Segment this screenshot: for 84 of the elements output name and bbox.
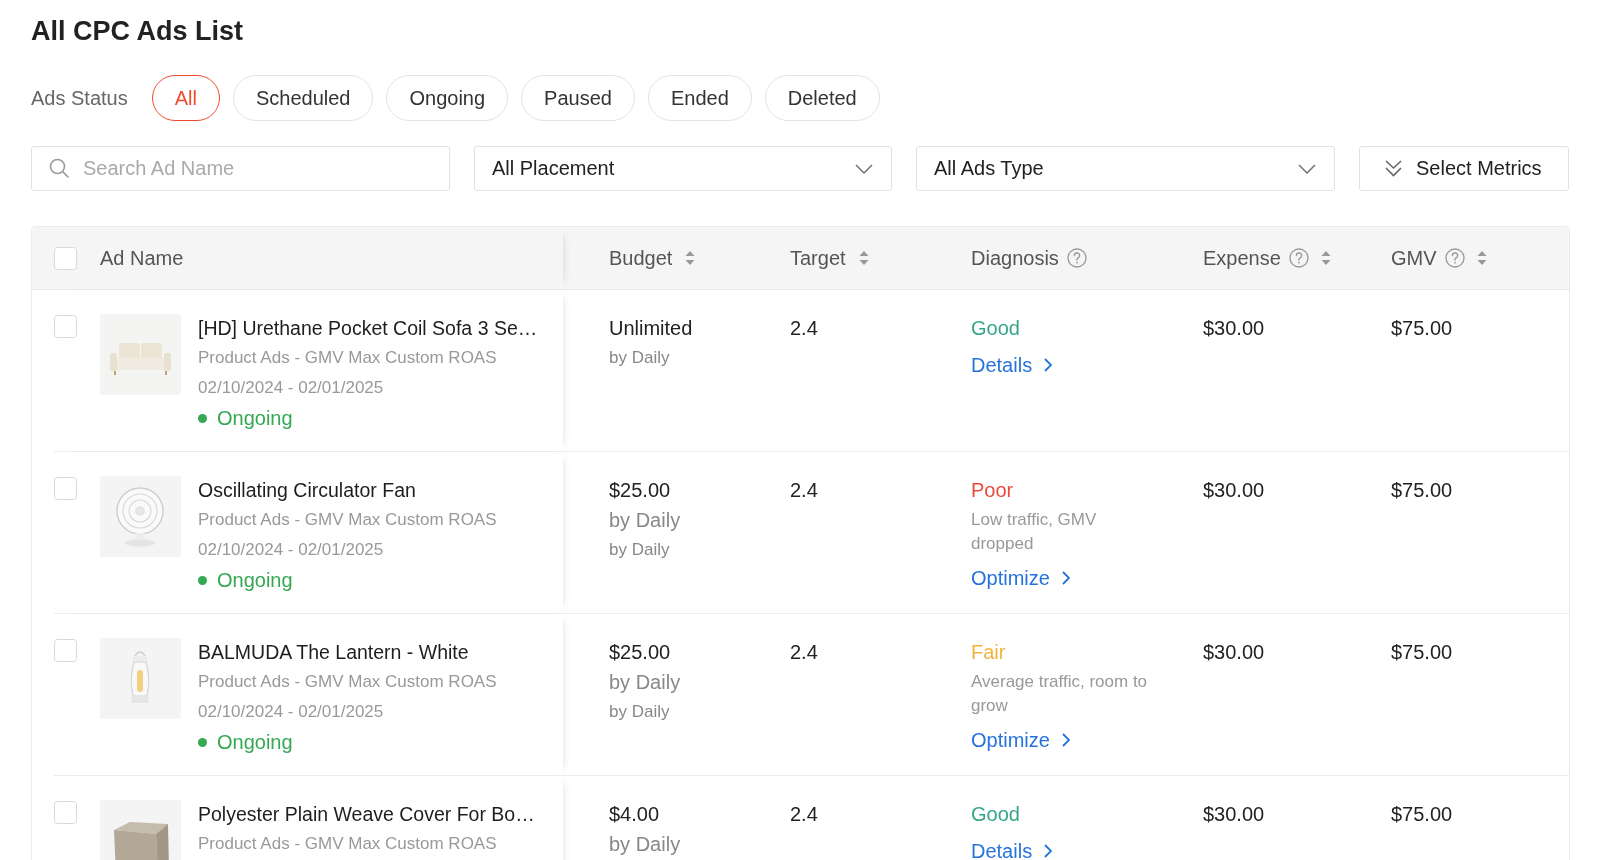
budget-amount: $25.00 (609, 478, 671, 503)
diagnosis-rating: Fair (971, 640, 1006, 665)
diagnosis-link[interactable]: Details (971, 355, 1053, 375)
row-checkbox[interactable] (54, 477, 77, 500)
gmv-value: $75.00 (1391, 640, 1453, 665)
ad-name: BALMUDA The Lantern - White (198, 640, 470, 665)
expense-value: $30.00 (1203, 802, 1265, 827)
chevron-down-icon (855, 163, 873, 174)
double-chevron-icon (1385, 160, 1402, 177)
expense-value: $30.00 (1203, 478, 1265, 503)
gmv-value: $75.00 (1391, 802, 1453, 827)
ad-type: Product Ads - GMV Max Custom ROAS (198, 347, 498, 369)
column-header: Diagnosis (971, 246, 1059, 270)
gmv-value: $75.00 (1391, 478, 1453, 503)
budget-period: by Daily (609, 508, 681, 533)
diagnosis-link[interactable]: Optimize (971, 568, 1070, 588)
ad-type: Product Ads - GMV Max Custom ROAS (198, 671, 497, 693)
column-header: GMV (1391, 246, 1437, 270)
sort-icon[interactable] (1320, 250, 1331, 266)
page-title: All CPC Ads List (31, 15, 244, 48)
status-tab[interactable]: Ongoing (386, 75, 509, 121)
diagnosis-rating: Good (971, 316, 1020, 341)
expense-value: $30.00 (1203, 640, 1265, 665)
select-all-checkbox[interactable] (54, 246, 77, 270)
ad-status: Ongoing (217, 730, 293, 755)
select-metrics-button[interactable]: Select Metrics (1359, 146, 1569, 191)
ad-dates: 02/10/2024 - 02/01/2025 (198, 539, 385, 561)
help-icon[interactable] (1288, 248, 1309, 268)
diagnosis-link[interactable]: Details (971, 841, 1053, 860)
chevron-right-icon (1044, 844, 1053, 858)
ad-name: [HD] Urethane Pocket Coil Sofa 3 Se… (198, 316, 538, 341)
ad-dates: 02/10/2024 - 02/01/2025 (198, 377, 385, 399)
chevron-right-icon (1044, 358, 1053, 372)
gmv-value: $75.00 (1391, 316, 1453, 341)
sort-icon[interactable] (858, 250, 869, 266)
budget-note: by Daily (609, 539, 670, 561)
expense-value: $30.00 (1203, 316, 1265, 341)
ad-status: Ongoing (217, 568, 293, 593)
column-header: Expense (1203, 246, 1281, 270)
status-tab[interactable]: Paused (521, 75, 635, 121)
ad-name: Oscillating Circulator Fan (198, 478, 417, 503)
chevron-right-icon (1061, 571, 1070, 585)
column-header: Budget (609, 246, 673, 270)
diagnosis-rating: Poor (971, 478, 1014, 503)
diagnosis-rating: Good (971, 802, 1020, 827)
chevron-right-icon (1061, 733, 1070, 747)
budget-amount: $25.00 (609, 640, 671, 665)
ad-status: Ongoing (217, 406, 293, 431)
row-checkbox[interactable] (54, 639, 77, 662)
target-value: 2.4 (790, 802, 818, 827)
budget-note: by Daily (609, 701, 670, 723)
search-icon (49, 158, 69, 178)
ads-type-dropdown[interactable]: All Ads Type (916, 146, 1335, 191)
ad-dates: 02/10/2024 - 02/01/2025 (198, 701, 385, 723)
status-tab[interactable]: Scheduled (232, 75, 374, 121)
ad-name: Polyester Plain Weave Cover For Bo… (198, 802, 535, 827)
target-value: 2.4 (790, 640, 818, 665)
target-value: 2.4 (790, 478, 818, 503)
help-icon[interactable] (1066, 248, 1087, 268)
budget-amount: $4.00 (609, 802, 660, 827)
column-header: Target (790, 246, 846, 270)
sort-icon[interactable] (1476, 250, 1487, 266)
status-tab[interactable]: Deleted (764, 75, 880, 121)
search-field[interactable]: Search Ad Name (31, 146, 450, 191)
status-tab[interactable]: Ended (647, 75, 752, 121)
target-value: 2.4 (790, 316, 818, 341)
diagnosis-note: Low traffic, GMV dropped (971, 509, 1098, 555)
column-header: Ad Name (100, 246, 184, 270)
row-checkbox[interactable] (54, 315, 77, 338)
ad-type: Product Ads - GMV Max Custom ROAS (198, 833, 498, 855)
ad-type: Product Ads - GMV Max Custom ROAS (198, 509, 497, 531)
chevron-down-icon (1298, 163, 1316, 174)
row-checkbox[interactable] (54, 801, 77, 824)
filter-label: Ads Status (31, 86, 128, 110)
budget-note: by Daily (609, 347, 670, 369)
placement-dropdown[interactable]: All Placement (474, 146, 892, 191)
budget-period: by Daily (609, 670, 681, 695)
budget-period: by Daily (609, 832, 681, 857)
diagnosis-note: Average traffic, room to grow (971, 671, 1149, 717)
budget-amount: Unlimited (609, 316, 693, 341)
diagnosis-link[interactable]: Optimize (971, 730, 1070, 750)
help-icon[interactable] (1444, 248, 1465, 268)
sort-icon[interactable] (685, 250, 696, 266)
status-tab[interactable]: All (151, 75, 220, 121)
